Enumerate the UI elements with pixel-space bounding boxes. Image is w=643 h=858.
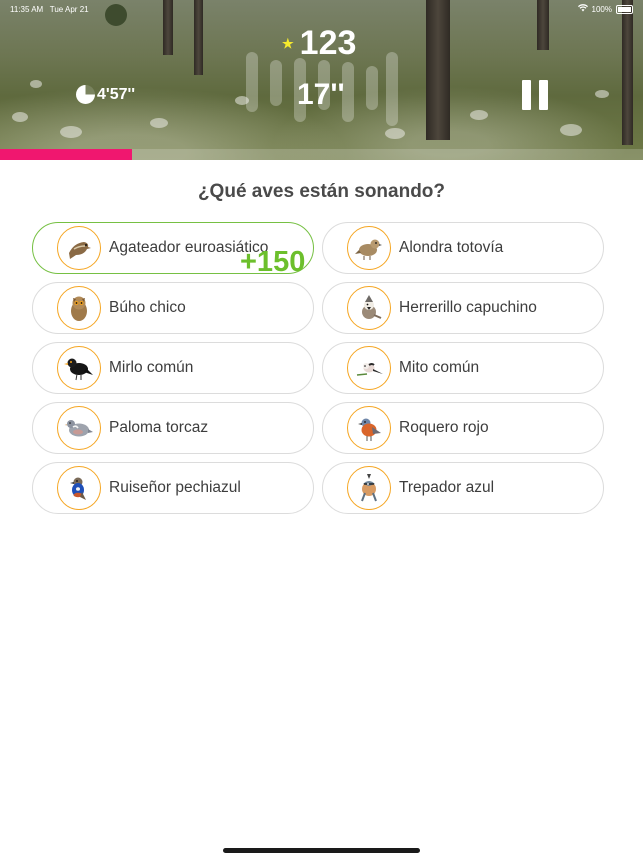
game-header: 11:35 AM Tue Apr 21 100% ★ 123 17'' 4'57… (0, 0, 643, 160)
game-progress-bar (0, 149, 643, 160)
tree-trunk (426, 0, 450, 140)
answer-option[interactable]: Alondra totovía (322, 222, 604, 274)
bird-avatar (347, 346, 391, 390)
game-progress-fill (0, 149, 132, 160)
tree-trunk (622, 0, 633, 145)
blackbird-icon (64, 358, 93, 381)
long-tailed-tit-icon (356, 363, 383, 376)
sound-wave-bar (386, 52, 398, 126)
bird-avatar (57, 406, 101, 450)
answer-label: Ruiseñor pechiazul (109, 479, 241, 496)
battery-percent: 100% (591, 4, 612, 14)
answer-label: Paloma torcaz (109, 419, 209, 436)
answer-option[interactable]: Herrerillo capuchino (322, 282, 604, 334)
treecreeper-icon (69, 242, 91, 259)
answer-option[interactable]: Roquero rojo (322, 402, 604, 454)
flower (30, 80, 42, 88)
woodlark-icon (355, 239, 382, 260)
score-value: 123 (299, 24, 357, 62)
pause-icon (539, 80, 548, 110)
flower (470, 110, 488, 120)
bird-avatar (347, 226, 391, 270)
battery-icon (616, 4, 633, 14)
answer-label: Herrerillo capuchino (399, 299, 537, 316)
answer-label: Trepador azul (399, 479, 495, 496)
score-display: ★ 123 (282, 24, 356, 63)
flower (385, 128, 405, 139)
answer-label: Roquero rojo (399, 419, 489, 436)
flower (560, 124, 582, 136)
pause-icon (522, 80, 531, 110)
bird-avatar (347, 286, 391, 330)
status-date: Tue Apr 21 (49, 4, 89, 14)
flower (595, 90, 609, 98)
round-timer: 17'' (297, 78, 345, 111)
answer-option[interactable]: Búho chico (32, 282, 314, 334)
answer-option[interactable]: Paloma torcaz (32, 402, 314, 454)
status-bar: 11:35 AM Tue Apr 21 100% (10, 3, 633, 15)
nuthatch-icon (361, 474, 377, 502)
owl-icon (71, 296, 87, 321)
status-left: 11:35 AM Tue Apr 21 (10, 5, 89, 14)
total-timer-value: 4'57'' (97, 85, 136, 103)
bluethroat-icon (70, 477, 86, 500)
flower (60, 126, 82, 138)
status-right: 100% (577, 4, 633, 14)
bird-avatar (347, 406, 391, 450)
answer-label: Búho chico (109, 299, 186, 316)
bird-avatar (57, 466, 101, 510)
answer-label: Alondra totovía (399, 239, 504, 256)
total-timer: 4'57'' (76, 85, 135, 104)
question-title: ¿Qué aves están sonando? (197, 181, 446, 202)
pigeon-icon (64, 420, 93, 437)
star-icon: ★ (282, 35, 294, 51)
crested-tit-icon (362, 295, 382, 319)
answer-label: Mito común (399, 359, 480, 376)
bird-avatar (57, 286, 101, 330)
answer-label: Mirlo común (109, 359, 194, 376)
wifi-icon (577, 4, 588, 14)
flower (150, 118, 168, 128)
answer-option[interactable]: Mito común (322, 342, 604, 394)
answer-option[interactable]: Trepador azul (322, 462, 604, 514)
flower (12, 112, 28, 122)
answer-option[interactable]: Mirlo común (32, 342, 314, 394)
sound-wave-bar (366, 66, 378, 110)
timer-pie-icon (76, 85, 95, 104)
answer-option[interactable]: Ruiseñor pechiazul (32, 462, 314, 514)
bird-avatar (347, 466, 391, 510)
bird-avatar (57, 346, 101, 390)
pause-button[interactable] (522, 80, 548, 110)
home-indicator[interactable] (223, 848, 420, 853)
status-time: 11:35 AM (10, 4, 44, 14)
points-feedback: +150 (240, 246, 306, 278)
bird-avatar (57, 226, 101, 270)
rock-thrush-icon (358, 418, 381, 441)
sound-wave-bar (246, 52, 258, 112)
sound-wave-bar (270, 60, 282, 106)
